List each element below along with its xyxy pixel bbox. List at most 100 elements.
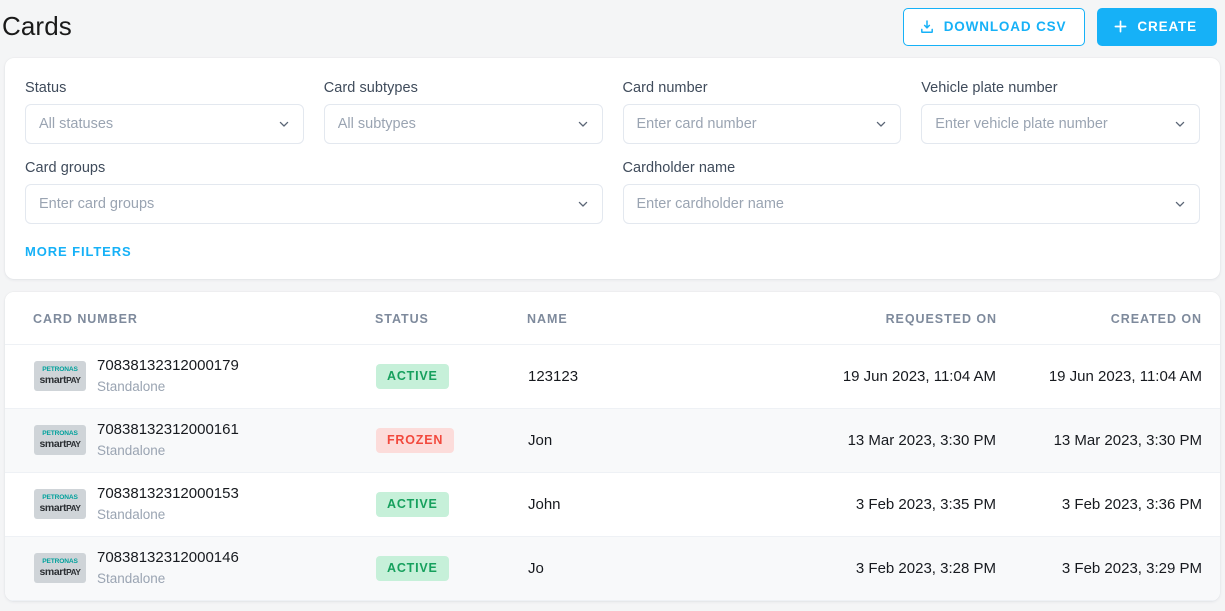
status-badge: ACTIVE: [376, 364, 449, 389]
card-groups-input-placeholder: Enter card groups: [39, 196, 155, 212]
cardholder-name-input-placeholder: Enter cardholder name: [636, 196, 785, 212]
filter-field-cardholder-name: Cardholder name Enter cardholder name: [622, 160, 1200, 224]
cards-table: CARD NUMBER STATUS NAME REQUESTED ON CRE…: [5, 292, 1220, 601]
card-subtype-value: Standalone: [97, 443, 166, 459]
cardholder-name-input[interactable]: Enter cardholder name: [622, 184, 1200, 224]
cell-requested-on: 13 Mar 2023, 3:30 PM: [737, 408, 997, 473]
cell-name: 123123: [527, 344, 737, 409]
filter-label-vehicle-plate-number: Vehicle plate number: [921, 80, 1058, 96]
card-number-input[interactable]: Enter card number: [622, 104, 902, 144]
cell-status: ACTIVE: [375, 536, 527, 601]
card-number-cell: PETRONAS smartPAY 70838132312000179 Standal…: [6, 357, 374, 395]
column-header-requested-on[interactable]: REQUESTED ON: [737, 292, 997, 345]
logo-brand-top: PETRONAS: [42, 558, 78, 566]
plus-icon: [1113, 19, 1128, 34]
petronas-smartpay-logo-icon: PETRONAS smartPAY: [34, 425, 86, 456]
card-number-cell: PETRONAS smartPAY 70838132312000153 Standal…: [6, 485, 374, 523]
cell-name: Jon: [527, 408, 737, 473]
cell-card-number: PETRONAS smartPAY 70838132312000161 Standal…: [5, 408, 375, 473]
logo-brand-top: PETRONAS: [42, 494, 78, 502]
card-subtypes-select[interactable]: All subtypes: [323, 104, 603, 144]
status-badge: ACTIVE: [376, 556, 449, 581]
cell-card-number: PETRONAS smartPAY 70838132312000146 Standal…: [5, 536, 375, 601]
filter-field-card-groups: Card groups Enter card groups: [25, 160, 603, 224]
table-body: PETRONAS smartPAY 70838132312000179 Standal…: [5, 344, 1220, 601]
download-csv-label: DOWNLOAD CSV: [943, 19, 1067, 34]
status-badge: ACTIVE: [376, 492, 449, 517]
cell-card-number: PETRONAS smartPAY 70838132312000153 Standal…: [5, 472, 375, 537]
table-row[interactable]: PETRONAS smartPAY 70838132312000161 Standal…: [5, 408, 1220, 473]
status-badge: FROZEN: [376, 428, 455, 453]
cell-name: Jo: [527, 536, 737, 601]
header-actions: DOWNLOAD CSV CREATE: [902, 7, 1217, 46]
download-tray-icon: [919, 19, 935, 35]
column-header-created-on[interactable]: CREATED ON: [997, 292, 1220, 345]
card-subtype-value: Standalone: [97, 507, 166, 523]
filter-field-card-number: Card number Enter card number: [622, 80, 902, 144]
table-row[interactable]: PETRONAS smartPAY 70838132312000146 Standal…: [5, 536, 1220, 601]
petronas-smartpay-logo-icon: PETRONAS smartPAY: [34, 553, 86, 584]
logo-brand-bottom: smartPAY: [39, 374, 81, 387]
cell-requested-on: 3 Feb 2023, 3:28 PM: [737, 536, 997, 601]
cell-requested-on: 3 Feb 2023, 3:35 PM: [737, 472, 997, 537]
filter-label-card-subtypes: Card subtypes: [323, 80, 418, 96]
petronas-smartpay-logo-icon: PETRONAS smartPAY: [34, 361, 86, 392]
filter-field-status: Status All statuses: [25, 80, 304, 144]
logo-brand-bottom: smartPAY: [39, 438, 81, 451]
table-row[interactable]: PETRONAS smartPAY 70838132312000179 Standal…: [5, 344, 1220, 409]
filter-field-vehicle-plate-number: Vehicle plate number Enter vehicle plate…: [921, 80, 1200, 144]
chevron-down-icon: [1173, 197, 1187, 211]
card-number-value: 70838132312000179: [97, 357, 239, 375]
column-header-status[interactable]: STATUS: [375, 292, 527, 345]
status-select[interactable]: All statuses: [25, 104, 304, 144]
card-subtypes-select-value: All subtypes: [337, 116, 416, 132]
chevron-down-icon: [576, 197, 590, 211]
cell-created-on: 19 Jun 2023, 11:04 AM: [997, 344, 1220, 409]
logo-brand-top: PETRONAS: [42, 366, 78, 374]
cards-table-panel: CARD NUMBER STATUS NAME REQUESTED ON CRE…: [5, 292, 1220, 601]
more-filters-link[interactable]: MORE FILTERS: [25, 244, 132, 259]
cell-requested-on: 19 Jun 2023, 11:04 AM: [737, 344, 997, 409]
logo-brand-bottom: smartPAY: [39, 566, 81, 579]
page-header: Cards DOWNLOAD CSV CREATE: [0, 0, 1225, 53]
card-subtype-value: Standalone: [97, 571, 166, 587]
filter-label-card-groups: Card groups: [25, 160, 106, 176]
chevron-down-icon: [1173, 117, 1187, 131]
card-groups-input[interactable]: Enter card groups: [25, 184, 603, 224]
card-number-value: 70838132312000161: [97, 421, 239, 439]
filters-panel: Status All statuses Card subtypes All su…: [5, 58, 1220, 279]
vehicle-plate-number-input[interactable]: Enter vehicle plate number: [921, 104, 1200, 144]
cell-status: ACTIVE: [375, 344, 527, 409]
cell-card-number: PETRONAS smartPAY 70838132312000179 Standal…: [5, 344, 375, 409]
card-subtype-value: Standalone: [97, 379, 166, 395]
table-row[interactable]: PETRONAS smartPAY 70838132312000153 Standal…: [5, 472, 1220, 537]
chevron-down-icon: [277, 117, 291, 131]
cell-created-on: 3 Feb 2023, 3:29 PM: [997, 536, 1220, 601]
download-csv-button[interactable]: DOWNLOAD CSV: [902, 7, 1086, 46]
card-number-text-group: 70838132312000161 Standalone: [97, 421, 239, 459]
card-number-text-group: 70838132312000153 Standalone: [97, 485, 239, 523]
card-number-text-group: 70838132312000146 Standalone: [97, 549, 239, 587]
chevron-down-icon: [874, 117, 888, 131]
cell-status: ACTIVE: [375, 472, 527, 537]
filter-label-cardholder-name: Cardholder name: [622, 160, 736, 176]
filter-grid: Status All statuses Card subtypes All su…: [25, 80, 1200, 224]
filter-label-card-number: Card number: [622, 80, 708, 96]
cell-status: FROZEN: [375, 408, 527, 473]
card-number-value: 70838132312000153: [97, 485, 239, 503]
chevron-down-icon: [576, 117, 590, 131]
column-header-card-number[interactable]: CARD NUMBER: [5, 292, 375, 345]
page-title: Cards: [2, 11, 72, 41]
column-header-name[interactable]: NAME: [527, 292, 737, 345]
card-number-text-group: 70838132312000179 Standalone: [97, 357, 239, 395]
logo-brand-bottom: smartPAY: [39, 502, 81, 515]
card-number-input-placeholder: Enter card number: [636, 116, 757, 132]
cell-created-on: 3 Feb 2023, 3:36 PM: [997, 472, 1220, 537]
cell-created-on: 13 Mar 2023, 3:30 PM: [997, 408, 1220, 473]
vehicle-plate-number-input-placeholder: Enter vehicle plate number: [935, 116, 1108, 132]
card-number-cell: PETRONAS smartPAY 70838132312000146 Standal…: [6, 549, 374, 587]
card-number-value: 70838132312000146: [97, 549, 239, 567]
create-button[interactable]: CREATE: [1097, 7, 1217, 46]
filter-label-status: Status: [25, 80, 67, 96]
petronas-smartpay-logo-icon: PETRONAS smartPAY: [34, 489, 86, 520]
